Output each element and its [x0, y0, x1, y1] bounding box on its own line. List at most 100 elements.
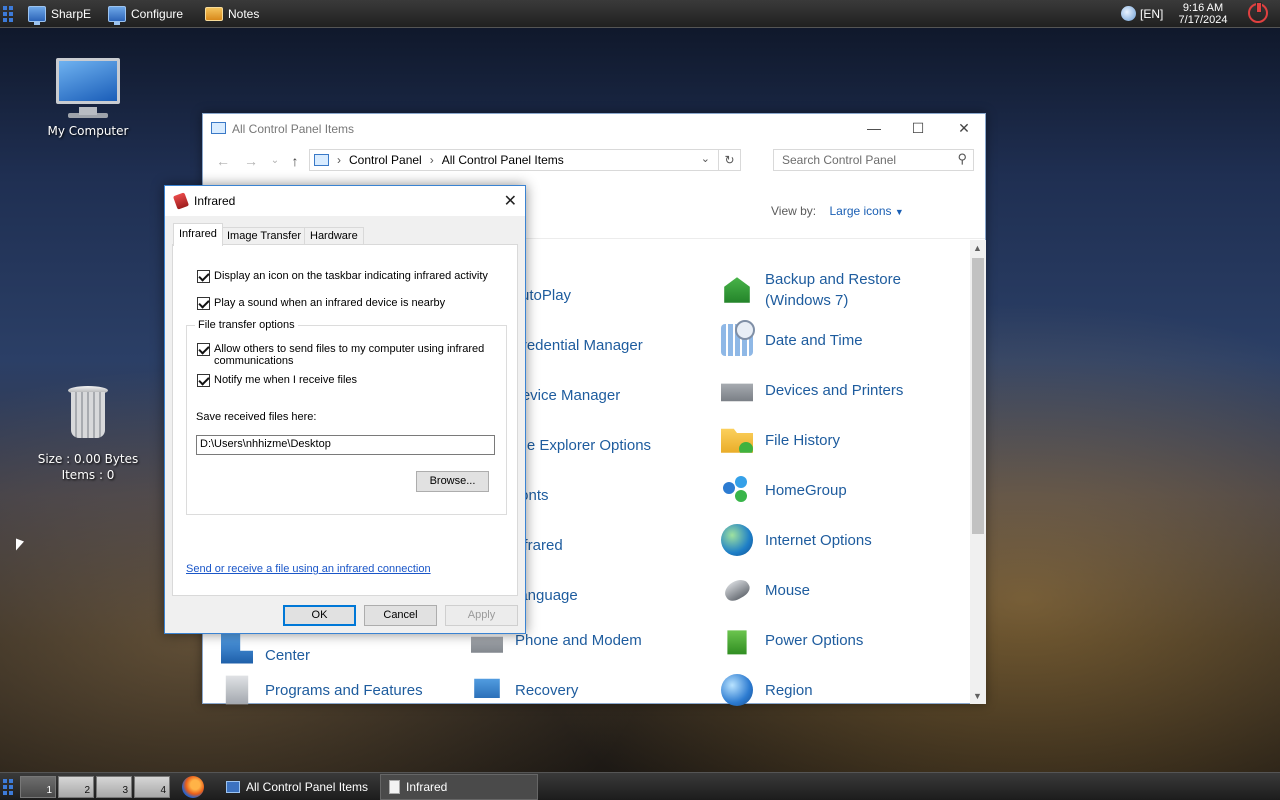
- infrared-dialog: Infrared ✕ Infrared Image Transfer Hardw…: [164, 185, 526, 634]
- tab-infrared[interactable]: Infrared: [173, 223, 223, 246]
- breadcrumb-control-panel[interactable]: Control Panel: [349, 153, 422, 167]
- ok-button[interactable]: OK: [283, 605, 356, 626]
- workspace-2[interactable]: 2: [58, 776, 94, 798]
- send-receive-link[interactable]: Send or receive a file using an infrared…: [186, 563, 431, 575]
- mouse-cursor: [16, 538, 24, 554]
- taskbar-icon-checkbox[interactable]: Display an icon on the taskbar indicatin…: [197, 270, 488, 283]
- workspace-1[interactable]: 1: [20, 776, 56, 798]
- taskbar: 1 2 3 4 All Control Panel Items Infrared: [0, 772, 1280, 800]
- apply-button[interactable]: Apply: [445, 605, 518, 626]
- programs-features-icon: [225, 675, 249, 705]
- file-history-icon: [721, 428, 753, 453]
- task-control-panel[interactable]: All Control Panel Items: [218, 774, 378, 800]
- desktop-icon-label: My Computer: [47, 124, 129, 138]
- minimize-button[interactable]: —: [851, 114, 897, 144]
- recovery-icon: [474, 678, 500, 698]
- monitor-icon: [108, 6, 126, 25]
- clock-time: 9:16 AM: [1182, 2, 1224, 14]
- control-panel-icon: [211, 122, 226, 134]
- configure-menu[interactable]: Configure: [108, 4, 183, 25]
- address-bar[interactable]: › Control Panel › All Control Panel Item…: [309, 149, 741, 171]
- infrared-icon: [172, 192, 190, 210]
- cp-item-mouse[interactable]: Mouse: [721, 574, 810, 606]
- group-label: File transfer options: [195, 319, 298, 331]
- cp-item-file-history[interactable]: File History: [721, 424, 840, 456]
- control-panel-icon: [314, 154, 329, 166]
- app-grid-icon[interactable]: [3, 779, 15, 795]
- tab-image-transfer[interactable]: Image Transfer: [221, 227, 307, 245]
- sharpe-menu[interactable]: SharpE: [28, 4, 91, 25]
- cp-item-power-options[interactable]: Power Options: [721, 624, 863, 656]
- navigation-bar: ← → ⌄ ↑ › Control Panel › All Control Pa…: [203, 148, 985, 174]
- cp-item-devices-printers[interactable]: Devices and Printers: [721, 374, 903, 406]
- cp-item-homegroup[interactable]: HomeGroup: [721, 474, 847, 506]
- trash-size: Size : 0.00 Bytes: [37, 452, 139, 466]
- save-path-input[interactable]: D:\Users\nhhizme\Desktop: [196, 435, 495, 455]
- language-indicator[interactable]: [EN]: [1140, 7, 1163, 21]
- back-arrow-icon[interactable]: ←: [213, 151, 233, 171]
- vertical-scrollbar[interactable]: ▲ ▼: [970, 240, 986, 704]
- checkbox-checked-icon: [197, 343, 210, 356]
- search-icon: ⚲: [957, 151, 967, 166]
- cp-item-recovery[interactable]: Recovery: [471, 674, 578, 706]
- cancel-button[interactable]: Cancel: [364, 605, 437, 626]
- internet-options-icon: [721, 524, 753, 556]
- control-panel-icon: [226, 781, 240, 793]
- allow-others-checkbox[interactable]: Allow others to send files to my compute…: [197, 343, 487, 367]
- trash-icon: [66, 386, 110, 440]
- view-by: View by: Large icons ▼: [771, 204, 904, 218]
- mouse-icon: [721, 575, 753, 605]
- view-by-dropdown[interactable]: Large icons ▼: [829, 204, 903, 218]
- firefox-icon[interactable]: [182, 776, 204, 798]
- desktop-trash[interactable]: Size : 0.00 Bytes Items : 0: [22, 386, 154, 483]
- date-time-icon: [721, 320, 755, 356]
- browse-button[interactable]: Browse...: [416, 471, 489, 492]
- search-input[interactable]: Search Control Panel ⚲: [773, 149, 974, 171]
- globe-icon[interactable]: [1121, 6, 1136, 21]
- refresh-icon[interactable]: ↻: [718, 150, 740, 170]
- cp-item-network-sharing[interactable]: Center: [221, 629, 310, 666]
- notify-checkbox[interactable]: Notify me when I receive files: [197, 374, 357, 387]
- maximize-button[interactable]: ☐: [895, 114, 941, 144]
- clock-date: 7/17/2024: [1178, 14, 1228, 26]
- dialog-titlebar[interactable]: Infrared ✕: [165, 186, 525, 216]
- region-icon: [721, 674, 753, 706]
- cp-item-date-time[interactable]: Date and Time: [721, 320, 863, 356]
- network-icon: [221, 631, 253, 664]
- power-options-icon: [727, 630, 747, 655]
- cp-item-region[interactable]: Region: [721, 674, 813, 706]
- chevron-down-icon[interactable]: ⌄: [701, 152, 710, 165]
- scrollbar-thumb[interactable]: [972, 258, 984, 534]
- control-panel-titlebar[interactable]: All Control Panel Items — ☐ ✕: [203, 114, 985, 144]
- app-grid-icon[interactable]: [3, 6, 15, 22]
- cp-item-internet-options[interactable]: Internet Options: [721, 524, 872, 556]
- tab-hardware[interactable]: Hardware: [304, 227, 364, 245]
- cp-item-programs-features[interactable]: Programs and Features: [221, 674, 423, 706]
- save-location-label: Save received files here:: [196, 411, 317, 423]
- checkbox-checked-icon: [197, 297, 210, 310]
- scroll-up-icon[interactable]: ▲: [973, 243, 982, 253]
- forward-arrow-icon[interactable]: →: [241, 151, 261, 171]
- computer-icon: [56, 58, 120, 115]
- top-bar: SharpE Configure Notes [EN] 9:16 AM 7/17…: [0, 0, 1280, 28]
- printer-icon: [721, 383, 753, 402]
- desktop-my-computer[interactable]: My Computer: [40, 58, 136, 138]
- cp-item-backup-restore[interactable]: Backup and Restore (Windows 7): [721, 269, 961, 311]
- workspace-4[interactable]: 4: [134, 776, 170, 798]
- close-icon[interactable]: ✕: [504, 191, 517, 211]
- up-arrow-icon[interactable]: ↑: [285, 151, 305, 171]
- workspace-3[interactable]: 3: [96, 776, 132, 798]
- dropdown-arrow-icon: ▼: [894, 207, 904, 217]
- clock[interactable]: 9:16 AM 7/17/2024: [1170, 2, 1236, 26]
- window-title: All Control Panel Items: [232, 122, 355, 136]
- recent-chevron-icon[interactable]: ⌄: [265, 151, 285, 171]
- checkbox-checked-icon: [197, 374, 210, 387]
- play-sound-checkbox[interactable]: Play a sound when an infrared device is …: [197, 297, 445, 310]
- scroll-down-icon[interactable]: ▼: [973, 691, 982, 701]
- checkbox-checked-icon: [197, 270, 210, 283]
- task-infrared[interactable]: Infrared: [380, 774, 538, 800]
- power-icon[interactable]: [1248, 2, 1268, 23]
- close-button[interactable]: ✕: [941, 114, 987, 144]
- notes-menu[interactable]: Notes: [205, 4, 259, 24]
- breadcrumb-all-items[interactable]: All Control Panel Items: [442, 153, 564, 167]
